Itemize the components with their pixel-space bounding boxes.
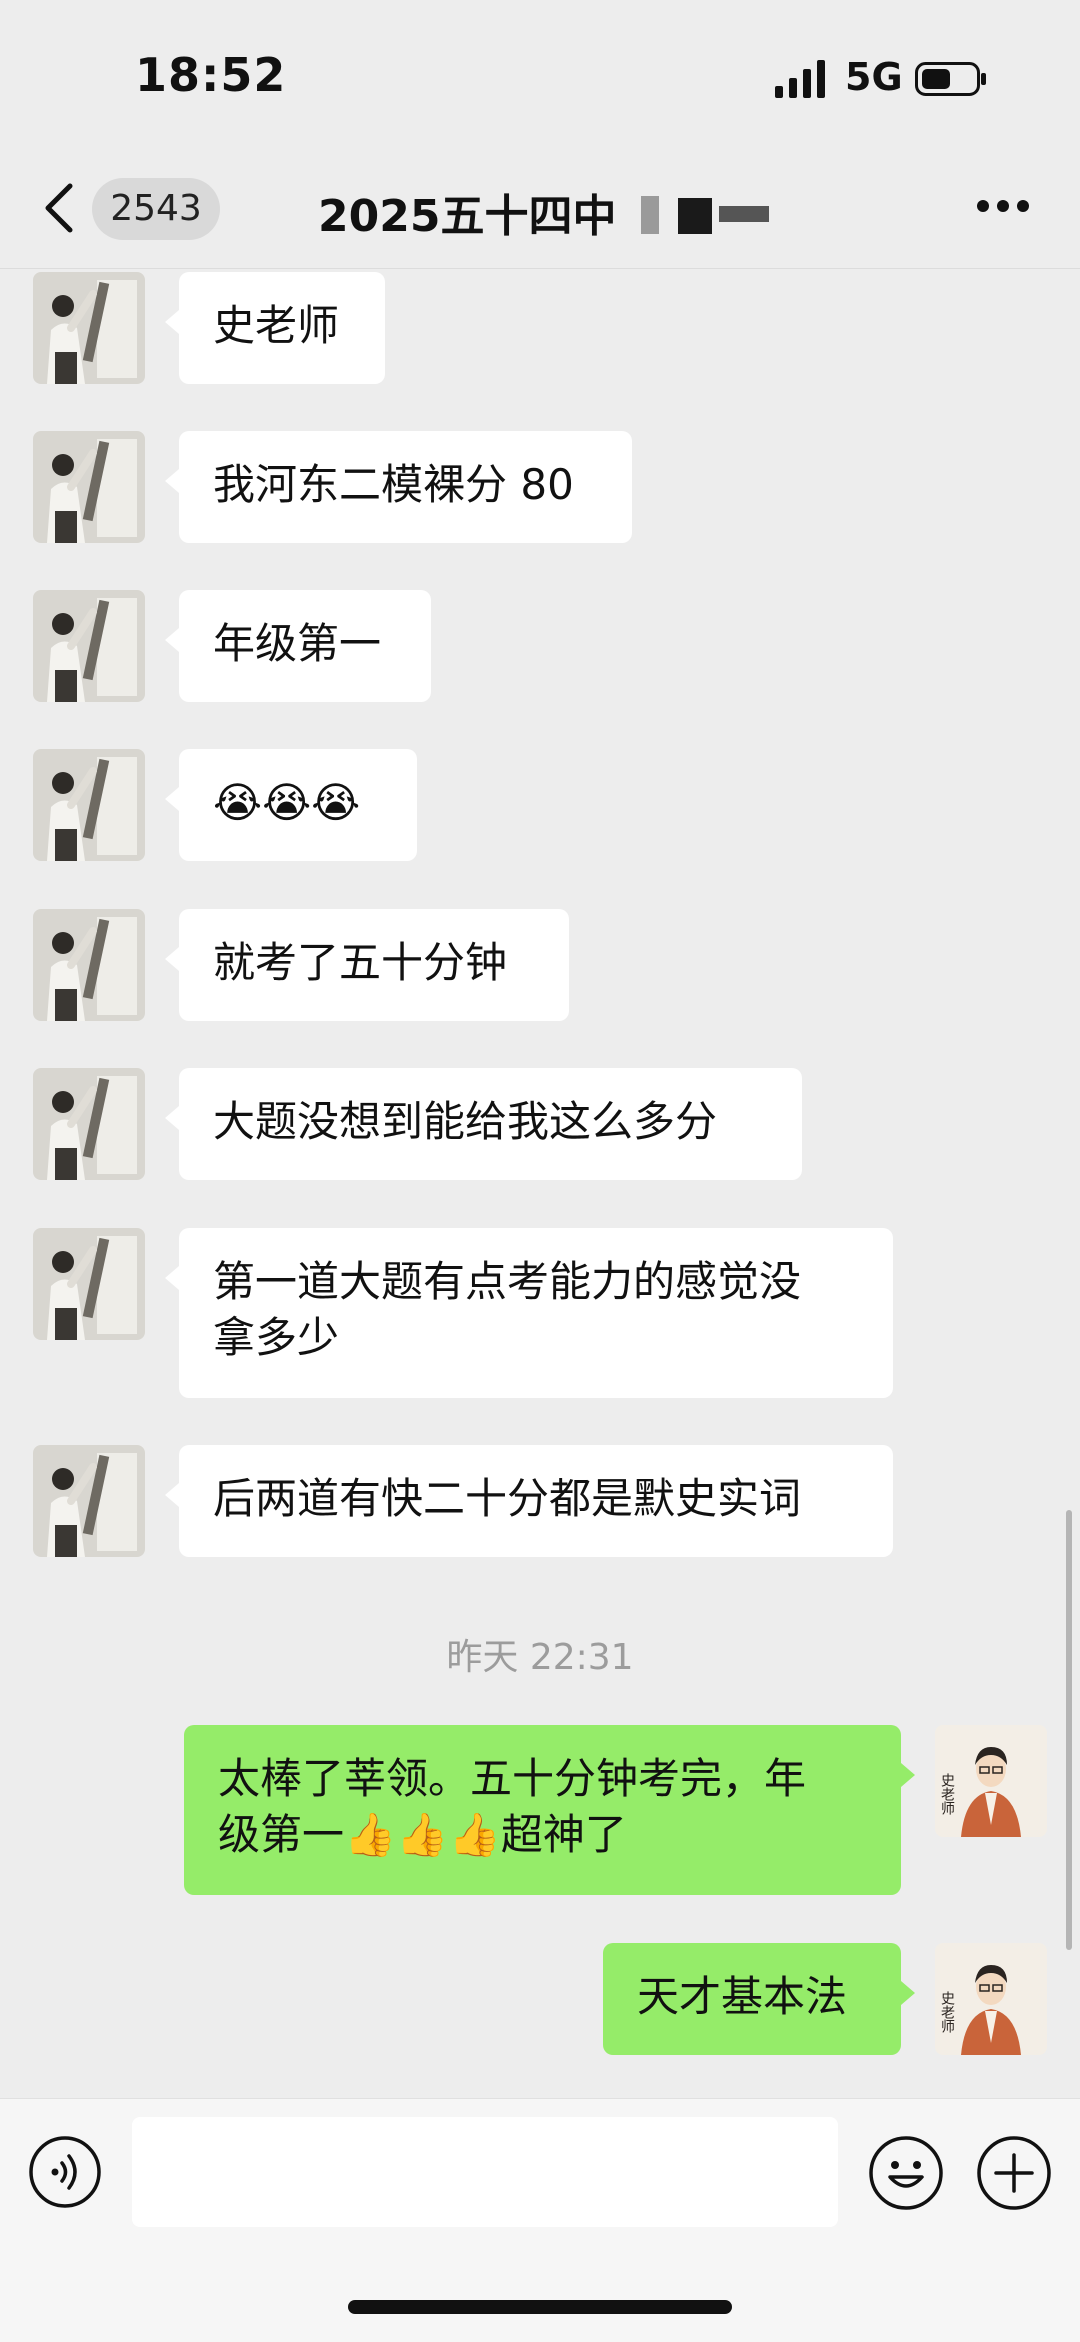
network-type: 5G — [845, 55, 903, 99]
redaction-mark — [678, 198, 712, 234]
signal-icon — [775, 60, 825, 98]
message-bubble[interactable]: 太棒了莘领。五十分钟考完，年 级第一👍👍👍超神了 — [184, 1725, 915, 1895]
back-icon[interactable] — [40, 180, 80, 236]
message-bubble[interactable]: 后两道有快二十分都是默史实词 — [165, 1445, 893, 1557]
chat-title: 2025五十四中 — [318, 191, 617, 242]
status-bar: 18:52 5G — [0, 0, 1080, 150]
avatar[interactable] — [33, 749, 145, 861]
message-bubble[interactable]: 就考了五十分钟 — [165, 909, 569, 1021]
message-bubble[interactable]: 年级第一 — [165, 590, 431, 702]
avatar-caption: 史老师 — [939, 1991, 955, 2033]
message-bubble[interactable]: 史老师 — [165, 272, 385, 384]
chat-header: 2543 2025五十四中 — [0, 150, 1080, 269]
avatar[interactable] — [33, 1445, 145, 1557]
avatar-caption: 史老师 — [939, 1773, 955, 1815]
message-bubble[interactable]: 😭😭😭 — [165, 749, 417, 861]
message-bubble[interactable]: 大题没想到能给我这么多分 — [165, 1068, 802, 1180]
avatar[interactable] — [33, 431, 145, 543]
avatar[interactable] — [33, 909, 145, 1021]
avatar[interactable] — [33, 272, 145, 384]
redaction-mark — [719, 206, 769, 222]
emoji-icon[interactable] — [868, 2135, 944, 2211]
status-time: 18:52 — [135, 48, 287, 102]
avatar[interactable]: 史老师 — [935, 1943, 1047, 2055]
message-bubble[interactable]: 天才基本法 — [603, 1943, 915, 2055]
home-indicator[interactable] — [348, 2300, 732, 2314]
unread-count-badge[interactable]: 2543 — [92, 178, 220, 240]
scrollbar[interactable] — [1066, 1510, 1072, 1950]
voice-icon[interactable] — [28, 2135, 102, 2209]
avatar[interactable]: 史老师 — [935, 1725, 1047, 1837]
message-bubble[interactable]: 我河东二模裸分 80 — [165, 431, 632, 543]
message-bubble[interactable]: 第一道大题有点考能力的感觉没 拿多少 — [165, 1228, 893, 1398]
redaction-mark — [641, 196, 659, 234]
more-icon[interactable] — [975, 198, 1031, 214]
message-input[interactable] — [132, 2117, 838, 2227]
plus-icon[interactable] — [976, 2135, 1052, 2211]
battery-icon — [915, 62, 986, 96]
message-timestamp: 昨天 22:31 — [446, 1637, 634, 1678]
avatar[interactable] — [33, 1228, 145, 1340]
avatar[interactable] — [33, 590, 145, 702]
avatar[interactable] — [33, 1068, 145, 1180]
